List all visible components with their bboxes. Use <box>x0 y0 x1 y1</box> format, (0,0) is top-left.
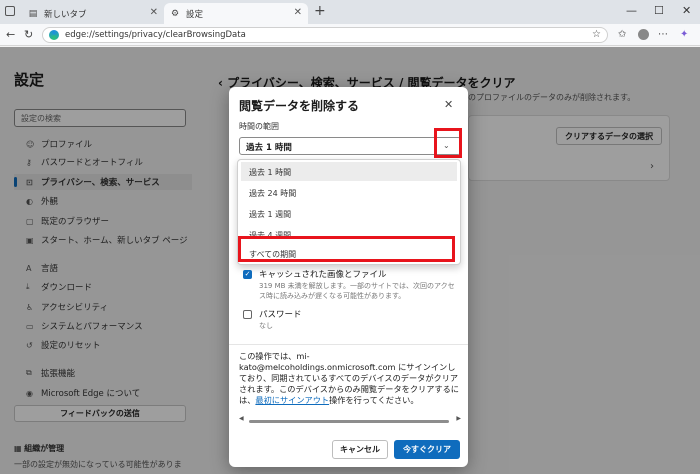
more-icon[interactable]: ⋯ <box>658 29 668 40</box>
horizontal-scrollbar[interactable]: ◀ ▶ <box>239 415 461 424</box>
option-desc: なし <box>259 322 273 330</box>
close-icon[interactable]: ✕ <box>444 98 453 111</box>
divider <box>229 344 468 345</box>
clear-now-button[interactable]: 今すぐクリア <box>394 440 460 459</box>
dropdown-option[interactable]: 過去 1 時間 <box>241 162 457 181</box>
address-bar[interactable]: edge://settings/privacy/clearBrowsingDat… <box>42 27 608 43</box>
tab-new-tab[interactable]: ▤ 新しいタブ ✕ <box>22 3 164 24</box>
toolbar: ← ↻ edge://settings/privacy/clearBrowsin… <box>0 24 700 46</box>
password-option[interactable]: パスワード <box>243 308 302 320</box>
cancel-button[interactable]: キャンセル <box>332 440 388 459</box>
edge-icon <box>49 30 59 40</box>
cache-option[interactable]: ✓ キャッシュされた画像とファイル <box>243 268 387 280</box>
tab-strip: ▤ 新しいタブ ✕ ⚙ 設定 ✕ + — ☐ ✕ <box>0 0 700 24</box>
tab-label: 新しいタブ <box>44 9 87 20</box>
close-window-button[interactable]: ✕ <box>682 4 691 17</box>
avatar[interactable] <box>638 29 649 40</box>
checkbox-checked-icon[interactable]: ✓ <box>243 269 252 279</box>
copilot-icon[interactable]: ✦ <box>680 29 688 40</box>
tab-settings[interactable]: ⚙ 設定 ✕ <box>164 3 308 24</box>
time-range-select[interactable]: 過去 1 時間 <box>239 137 461 155</box>
close-tab-icon[interactable]: ✕ <box>150 7 158 18</box>
url-text: edge://settings/privacy/clearBrowsingDat… <box>65 30 246 40</box>
clear-browsing-data-dialog: 閲覧データを削除する ✕ 時間の範囲 過去 1 時間 ⌄ 過去 1 時間 過去 … <box>229 87 468 467</box>
minimize-button[interactable]: — <box>626 4 637 17</box>
new-tab-button[interactable]: + <box>314 3 326 19</box>
time-range-label: 時間の範囲 <box>239 122 279 131</box>
info-text: 操作を行ってください。 <box>329 395 419 405</box>
scroll-left-icon[interactable]: ◀ <box>239 415 244 422</box>
option-label: キャッシュされた画像とファイル <box>259 270 387 280</box>
dropdown-option[interactable]: 過去 1 週間 <box>241 204 457 223</box>
refresh-icon[interactable]: ↻ <box>24 28 33 41</box>
close-tab-icon[interactable]: ✕ <box>294 7 302 18</box>
highlight-box <box>434 128 462 158</box>
favorites-icon[interactable]: ✩ <box>618 29 626 40</box>
maximize-button[interactable]: ☐ <box>654 4 664 17</box>
option-label: パスワード <box>259 310 302 320</box>
newtab-icon: ▤ <box>28 8 38 19</box>
sync-info-text: この操作では、mi-kato@melcoholdings.onmicrosoft… <box>239 351 461 406</box>
checkbox-unchecked-icon[interactable] <box>243 309 252 319</box>
highlight-box <box>238 236 455 262</box>
gear-icon: ⚙ <box>170 8 180 19</box>
scroll-right-icon[interactable]: ▶ <box>456 415 461 422</box>
sign-out-link[interactable]: 最初にサインアウト <box>255 395 329 405</box>
dropdown-option[interactable]: 過去 24 時間 <box>241 183 457 202</box>
workspaces-icon[interactable] <box>5 6 15 16</box>
back-icon[interactable]: ← <box>6 28 15 41</box>
scroll-thumb[interactable] <box>249 420 449 423</box>
tab-label: 設定 <box>186 9 204 20</box>
clipped-option-row: ▔▔▔▔▔▔▔▔▔▔▔▔▔▔▔▔▔▔▔▔▔▔▔▔ <box>259 333 426 338</box>
dialog-title: 閲覧データを削除する <box>239 99 360 113</box>
option-desc: 319 MB 未満を解放します。一部のサイトでは、次回のアクセス時に読み込みが遅… <box>259 282 455 300</box>
favorite-star-icon[interactable]: ☆ <box>592 29 601 40</box>
